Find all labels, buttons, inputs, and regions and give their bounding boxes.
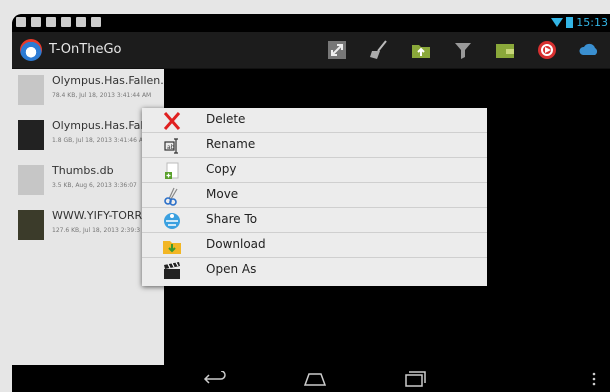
file-meta: 78.4 KB, Jul 18, 2013 3:41:44 AM xyxy=(52,92,152,99)
record-icon xyxy=(538,41,556,59)
scissors-icon xyxy=(164,187,178,206)
notification-icon xyxy=(76,17,86,27)
broom-icon xyxy=(370,40,387,59)
video-file-icon xyxy=(18,120,44,150)
device-screen: 15:13 T-OnTheGo Olympus.Has.Fallen... 78… xyxy=(12,14,610,392)
clock: 15:13 xyxy=(576,16,608,29)
home-icon xyxy=(303,373,327,386)
notification-icon xyxy=(31,17,41,27)
svg-text:ab: ab xyxy=(167,144,175,151)
menu-item-open-as[interactable]: Open As xyxy=(142,258,487,283)
clean-button[interactable] xyxy=(358,32,400,68)
menu-item-label: Download xyxy=(206,237,266,251)
menu-item-delete[interactable]: Delete xyxy=(142,108,487,133)
menu-item-download[interactable]: Download xyxy=(142,233,487,258)
overflow-dots-icon xyxy=(592,372,596,386)
recent-apps-button[interactable] xyxy=(400,369,430,389)
notification-icon xyxy=(16,17,26,27)
menu-item-label: Share To xyxy=(206,212,258,226)
wifi-icon xyxy=(551,18,564,27)
folder-upload-button[interactable] xyxy=(400,32,442,68)
menu-item-label: Open As xyxy=(206,262,257,276)
menu-item-label: Rename xyxy=(206,137,256,151)
back-button[interactable] xyxy=(200,369,230,389)
download-folder-icon xyxy=(163,241,181,254)
delete-x-icon xyxy=(163,112,181,130)
rename-icon: ab xyxy=(164,138,178,154)
blank-file-icon xyxy=(18,165,44,195)
expand-icon xyxy=(328,41,346,59)
copy-icon xyxy=(165,162,179,179)
menu-item-rename[interactable]: ab Rename xyxy=(142,133,487,158)
notification-icon xyxy=(91,17,101,27)
clapper-icon xyxy=(164,262,180,279)
expand-button[interactable] xyxy=(316,32,358,68)
wallet-icon xyxy=(496,44,514,58)
status-bar: 15:13 xyxy=(12,14,610,32)
filter-icon xyxy=(455,43,471,59)
menu-item-label: Delete xyxy=(206,112,246,126)
cloud-button[interactable] xyxy=(568,32,610,68)
filter-button[interactable] xyxy=(442,32,484,68)
notification-icon xyxy=(61,17,71,27)
recent-apps-icon xyxy=(405,371,426,387)
folder-upload-icon xyxy=(412,45,430,58)
file-name: Olympus.Has.Fallen... xyxy=(52,74,164,87)
home-button[interactable] xyxy=(300,369,330,389)
app-logo-icon[interactable] xyxy=(20,39,42,61)
menu-item-label: Copy xyxy=(206,162,237,176)
share-icon xyxy=(164,213,180,229)
back-icon xyxy=(203,371,226,384)
notification-icon xyxy=(46,17,56,27)
menu-item-copy[interactable]: Copy xyxy=(142,158,487,183)
app-title: T-OnTheGo xyxy=(49,42,122,57)
battery-icon xyxy=(566,17,574,28)
context-menu: Delete ab Rename Copy Move Share To Down… xyxy=(142,108,487,286)
wallet-button[interactable] xyxy=(484,32,526,68)
overflow-menu-button[interactable] xyxy=(584,369,604,389)
blank-file-icon xyxy=(18,75,44,105)
menu-item-move[interactable]: Move xyxy=(142,183,487,208)
notification-icons xyxy=(16,17,101,27)
record-button[interactable] xyxy=(526,32,568,68)
image-file-icon xyxy=(18,210,44,240)
menu-item-share-to[interactable]: Share To xyxy=(142,208,487,233)
menu-item-label: Move xyxy=(206,187,239,201)
cloud-icon xyxy=(579,43,598,55)
action-bar: T-OnTheGo xyxy=(12,32,610,69)
navigation-bar xyxy=(12,365,610,392)
